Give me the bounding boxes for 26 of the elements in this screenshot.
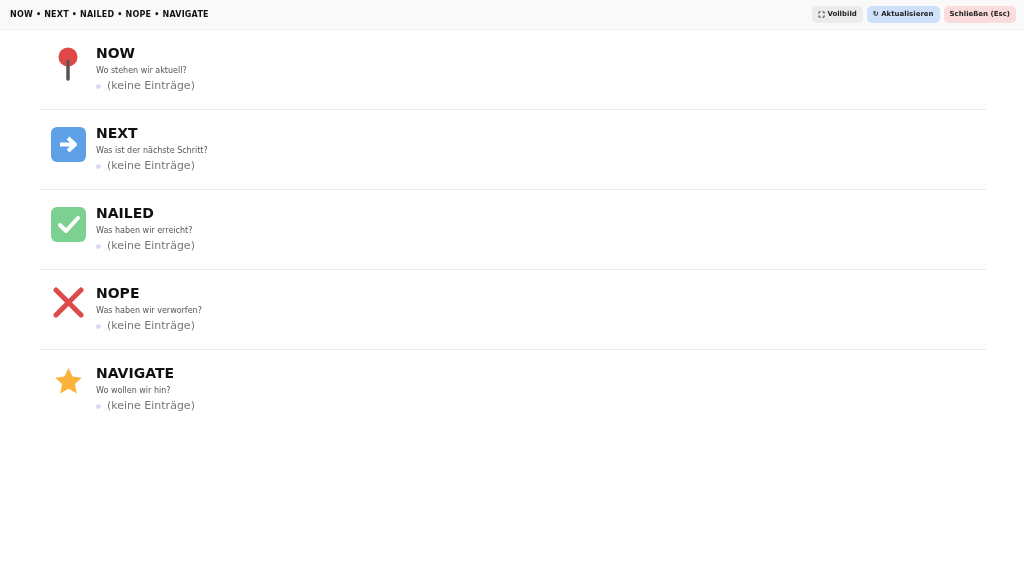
- section-question: Wo stehen wir aktuell?: [96, 66, 188, 76]
- check-icon: [50, 207, 86, 242]
- entry-text: (keine Einträge): [107, 399, 195, 414]
- entry-text: (keine Einträge): [107, 79, 195, 94]
- section-title: NAILED: [96, 206, 155, 222]
- header-title: NOW • NEXT • NAILED • NOPE • NAVIGATE: [10, 8, 209, 21]
- section-question: Wo wollen wir hin?: [96, 386, 172, 396]
- fullscreen-icon: [818, 11, 826, 18]
- pin-icon: [57, 47, 79, 81]
- bullet-icon: [96, 403, 101, 409]
- star-icon: [53, 367, 83, 395]
- section-title: NEXT: [96, 126, 139, 142]
- entry-text: (keine Einträge): [107, 239, 195, 254]
- section-question: Was haben wir verworfen?: [96, 306, 202, 316]
- bullet-icon: [96, 83, 101, 89]
- section-question: Was haben wir erreicht?: [96, 226, 194, 236]
- section-title: NOPE: [96, 286, 141, 302]
- bullet-icon: [96, 323, 101, 329]
- entry-text: (keine Einträge): [107, 159, 195, 174]
- section-question: Was ist der nächste Schritt?: [96, 146, 208, 156]
- bullet-icon: [96, 243, 101, 249]
- bullet-icon: [96, 163, 101, 169]
- section-title: NOW: [96, 46, 137, 62]
- close-icon: [52, 287, 84, 318]
- entry-text: (keine Einträge): [107, 319, 195, 334]
- section-title: NAVIGATE: [96, 366, 175, 382]
